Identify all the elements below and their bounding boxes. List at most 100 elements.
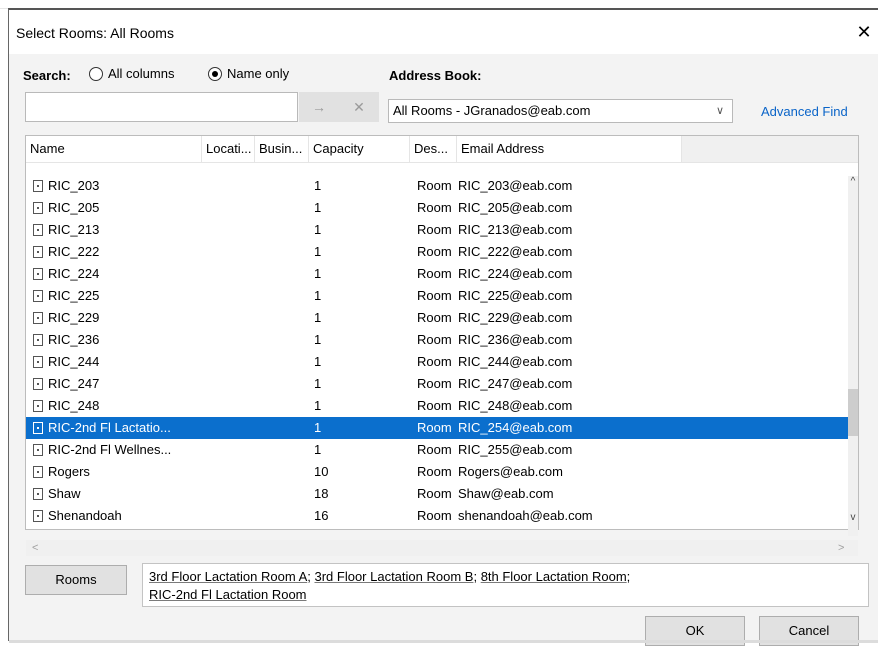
column-header-location[interactable]: Locati...: [202, 136, 255, 162]
row-description: Room: [417, 486, 452, 501]
column-header-business[interactable]: Busin...: [255, 136, 309, 162]
table-row[interactable]: RIC_244 1 Room RIC_244@eab.com: [26, 351, 848, 373]
table-row[interactable]: RIC_205 1 Room RIC_205@eab.com: [26, 197, 848, 219]
advanced-find-link[interactable]: Advanced Find: [761, 104, 848, 119]
row-email: shenandoah@eab.com: [458, 508, 593, 523]
row-name: RIC_236: [48, 332, 100, 347]
row-description: Room: [417, 288, 452, 303]
selected-room[interactable]: 3rd Floor Lactation Room A: [149, 569, 307, 584]
radio-all-columns[interactable]: All columns: [89, 66, 174, 81]
table-row[interactable]: RIC_225 1 Room RIC_225@eab.com: [26, 285, 848, 307]
room-icon: [33, 334, 43, 346]
table-row[interactable]: RIC-2nd Fl Lactatio... 1 Room RIC_254@eab.c…: [26, 417, 848, 439]
row-email: Shaw@eab.com: [458, 486, 554, 501]
row-capacity: 1: [314, 332, 322, 347]
radio-circle-icon[interactable]: [89, 66, 103, 81]
table-row[interactable]: RIC_248 1 Room RIC_248@eab.com: [26, 395, 848, 417]
row-name: RIC_247: [48, 376, 100, 391]
room-icon: [33, 378, 43, 390]
column-header-email[interactable]: Email Address: [457, 136, 682, 162]
column-header-name[interactable]: Name: [26, 136, 202, 162]
table-row[interactable]: RIC_229 1 Room RIC_229@eab.com: [26, 307, 848, 329]
address-book-select[interactable]: All Rooms - JGranados@eab.com ∨: [388, 99, 733, 123]
row-name: RIC_229: [48, 310, 100, 325]
table-row[interactable]: RIC_224 1 Room RIC_224@eab.com: [26, 263, 848, 285]
table-row[interactable]: RIC_247 1 Room RIC_247@eab.com: [26, 373, 848, 395]
row-capacity: 1: [314, 178, 322, 193]
row-capacity: 1: [314, 354, 322, 369]
column-header-capacity[interactable]: Capacity: [309, 136, 410, 162]
table-row[interactable]: Shaw 18 Room Shaw@eab.com: [26, 483, 848, 505]
column-header-description[interactable]: Des...: [410, 136, 457, 162]
row-email: RIC_203@eab.com: [458, 178, 573, 193]
table-row[interactable]: RIC_213 1 Room RIC_213@eab.com: [26, 219, 848, 241]
row-email: RIC_229@eab.com: [458, 310, 573, 325]
scrollbar-thumb[interactable]: [848, 389, 858, 436]
row-email: RIC_236@eab.com: [458, 332, 573, 347]
row-capacity: 18: [314, 486, 329, 501]
row-capacity: 10: [314, 464, 329, 479]
vertical-scrollbar[interactable]: ^ v: [848, 176, 858, 536]
row-capacity: 1: [314, 244, 322, 259]
close-icon[interactable]: ✕: [852, 20, 876, 44]
search-label: Search:: [23, 68, 71, 83]
row-name: RIC-2nd Fl Wellnes...: [48, 442, 172, 457]
row-description: Room: [417, 222, 452, 237]
select-rooms-dialog: Select Rooms: All Rooms ✕ Search: All co…: [8, 8, 878, 646]
row-name: Shenandoah: [48, 508, 122, 523]
row-name: RIC_224: [48, 266, 100, 281]
address-book-label: Address Book:: [389, 68, 482, 83]
row-description: Room: [417, 508, 452, 523]
horizontal-scrollbar[interactable]: < >: [26, 540, 858, 556]
row-capacity: 1: [314, 222, 322, 237]
table-row[interactable]: Rogers 10 Room Rogers@eab.com: [26, 461, 848, 483]
room-icon: [33, 290, 43, 302]
row-capacity: 1: [314, 310, 322, 325]
row-name: RIC_222: [48, 244, 100, 259]
table-row[interactable]: RIC_203 1 Room RIC_203@eab.com: [26, 175, 848, 197]
header-blank: [682, 136, 858, 162]
address-book-value: All Rooms - JGranados@eab.com: [393, 103, 591, 118]
selected-room[interactable]: 3rd Floor Lactation Room B: [314, 569, 473, 584]
rooms-field[interactable]: 3rd Floor Lactation Room A; 3rd Floor La…: [142, 563, 869, 607]
row-name: Rogers: [48, 464, 90, 479]
table-row[interactable]: RIC-2nd Fl Wellnes... 1 Room RIC_255@eab.co…: [26, 439, 848, 461]
chevron-down-icon[interactable]: ∨: [716, 100, 724, 122]
selected-room[interactable]: 8th Floor Lactation Room: [481, 569, 627, 584]
radio-name-only-label: Name only: [227, 66, 290, 81]
search-input[interactable]: [25, 92, 298, 122]
row-name: RIC_225: [48, 288, 100, 303]
table-row[interactable]: RIC_236 1 Room RIC_236@eab.com: [26, 329, 848, 351]
row-capacity: 1: [314, 200, 322, 215]
scroll-up-icon[interactable]: ^: [848, 176, 858, 196]
room-icon: [33, 400, 43, 412]
table-row[interactable]: Shenandoah 16 Room shenandoah@eab.com: [26, 505, 848, 527]
row-email: RIC_213@eab.com: [458, 222, 573, 237]
go-button[interactable]: →: [299, 92, 339, 122]
window-title: Select Rooms: All Rooms: [16, 25, 174, 41]
row-email: RIC_248@eab.com: [458, 398, 573, 413]
row-name: RIC_203: [48, 178, 100, 193]
row-email: RIC_205@eab.com: [458, 200, 573, 215]
row-name: Shaw: [48, 486, 81, 501]
room-icon: [33, 180, 43, 192]
room-icon: [33, 268, 43, 280]
row-capacity: 1: [314, 442, 322, 457]
clear-search-button[interactable]: ✕: [339, 92, 379, 122]
row-name: RIC_213: [48, 222, 100, 237]
radio-selected-icon[interactable]: [208, 66, 222, 81]
radio-name-only[interactable]: Name only: [208, 66, 289, 81]
rooms-list[interactable]: Name Locati... Busin... Capacity Des... …: [25, 135, 859, 556]
room-icon: [33, 246, 43, 258]
scroll-left-icon[interactable]: <: [32, 540, 38, 556]
table-row[interactable]: RIC_222 1 Room RIC_222@eab.com: [26, 241, 848, 263]
room-icon: [33, 488, 43, 500]
row-description: Room: [417, 464, 452, 479]
rooms-button[interactable]: Rooms: [25, 565, 127, 595]
selected-room[interactable]: RIC-2nd Fl Lactation Room: [149, 587, 307, 602]
dialog-bottom-edge: [9, 640, 878, 643]
room-icon: [33, 510, 43, 522]
scroll-right-icon[interactable]: >: [838, 540, 844, 556]
row-capacity: 1: [314, 376, 322, 391]
scroll-down-icon[interactable]: v: [848, 512, 858, 532]
